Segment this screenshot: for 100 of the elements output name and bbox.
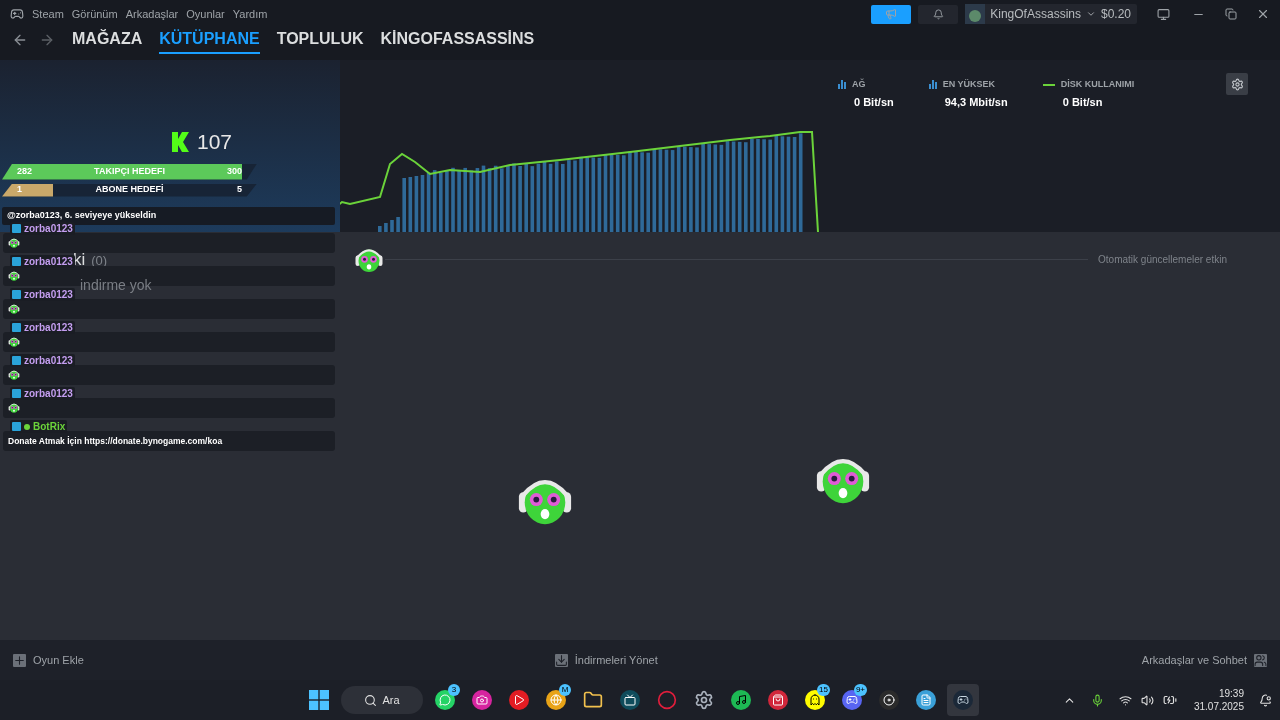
ring-app-icon	[657, 690, 677, 710]
goal-label: TAKIPÇI HEDEFI	[93, 164, 166, 178]
browser-icon	[546, 690, 566, 710]
goal-current: 282	[17, 164, 34, 178]
announcements-button[interactable]	[871, 4, 912, 24]
restore-icon[interactable]	[1225, 8, 1237, 20]
chat-username: zorba0123	[24, 256, 73, 269]
avatar-icon	[965, 4, 986, 24]
account-name: KingOfAssassins	[990, 6, 1081, 23]
wifi-icon[interactable]	[1118, 693, 1132, 707]
chat-username: zorba0123	[24, 387, 73, 401]
battery-icon[interactable]	[1162, 693, 1177, 707]
forward-icon[interactable]	[39, 32, 55, 48]
settings-button[interactable]	[1226, 73, 1248, 95]
close-icon[interactable]	[1256, 7, 1270, 21]
gear-icon	[694, 690, 714, 710]
notification-badge: 9+	[853, 684, 867, 696]
menu-item[interactable]: Steam	[32, 5, 64, 23]
creature-icon	[8, 402, 20, 414]
k-logo-icon	[171, 131, 189, 152]
badge-icon	[12, 323, 21, 332]
chevron-icon	[1085, 9, 1096, 19]
goal-label: ABONE HEDEFİ	[94, 183, 165, 197]
level-up-alert: @zorba0123, 6. seviyeye yükseldin	[2, 206, 335, 225]
recorder-icon	[879, 690, 899, 710]
notification-badge: M	[559, 684, 571, 696]
badge-icon	[12, 422, 21, 431]
taskbar-app[interactable]: M	[540, 684, 572, 716]
friends-chat-button[interactable]: Arkadaşlar ve Sohbet	[1141, 651, 1267, 669]
menu-item[interactable]: Yardım	[232, 5, 268, 23]
stat-label: AĞ	[852, 78, 867, 91]
goal-current: 1	[17, 183, 23, 197]
clock-date: 31.07.2025	[1193, 700, 1244, 713]
manage-downloads-button[interactable]: İndirmeleri Yönet	[554, 651, 658, 669]
add-game-button[interactable]: Oyun Ekle	[13, 651, 84, 669]
wallet-balance: $0.20	[1100, 6, 1131, 23]
game-chat-icon	[842, 690, 862, 710]
taskbar-app[interactable]: 3	[429, 684, 461, 716]
folder-icon	[583, 690, 603, 710]
microphone-icon[interactable]	[1090, 693, 1104, 707]
taskbar-app[interactable]	[947, 684, 979, 716]
badge-icon	[12, 389, 21, 398]
back-icon[interactable]	[12, 32, 28, 48]
menu-item[interactable]: Görünüm	[71, 5, 118, 23]
clock-time: 19:39	[1218, 687, 1244, 700]
badge-icon	[12, 257, 21, 266]
play-app-icon	[509, 690, 529, 710]
menu-item[interactable]: Arkadaşlar	[125, 5, 179, 23]
shop-app-icon	[768, 690, 788, 710]
bar-chart-icon	[928, 80, 937, 89]
chat-text: Donate Atmak İçin https://donate.bynogame.com/koa	[8, 434, 223, 448]
creature-icon	[8, 369, 20, 381]
creature-icon	[8, 270, 20, 282]
line-legend-icon	[1042, 84, 1055, 86]
chat-username: BotRix	[33, 420, 66, 434]
stat-value: 94,3 Mbit/sn	[944, 94, 1008, 110]
viewer-count: 107	[196, 129, 232, 155]
search-icon	[364, 693, 378, 707]
badge-icon	[12, 290, 21, 299]
notepad-icon	[916, 690, 936, 710]
nav-tab[interactable]: TOPLULUK	[276, 26, 364, 54]
taskbar-search[interactable]: Ara	[341, 686, 423, 714]
music-app-icon	[731, 690, 751, 710]
notification-icon[interactable]	[1259, 693, 1272, 707]
start-icon[interactable]	[309, 690, 329, 710]
clock[interactable]: 19:39 31.07.2025	[1193, 687, 1244, 713]
plus-icon	[13, 653, 26, 667]
nav-tab[interactable]: KİNGOFASSASSİNS	[380, 26, 535, 54]
nav-tab[interactable]: KÜTÜPHANE	[159, 26, 260, 54]
nav-tab[interactable]: MAĞAZA	[72, 26, 143, 54]
friends-icon	[1254, 653, 1267, 667]
notification-badge: 15	[817, 684, 830, 696]
menu-item[interactable]: Oyunlar	[186, 5, 225, 23]
bar-chart-icon	[838, 80, 846, 89]
chat-username: zorba0123	[24, 354, 73, 368]
goal-target: 300	[225, 164, 242, 178]
chat-username: zorba0123	[24, 288, 73, 302]
chat-username: zorba0123	[24, 321, 73, 335]
badge-icon	[12, 224, 21, 233]
notifications-button[interactable]	[918, 4, 959, 24]
empty-queue-text: indirme yok	[80, 275, 152, 295]
taskbar-app[interactable]: 15	[799, 684, 831, 716]
account-button[interactable]: KingOfAssassins $0.20	[965, 4, 1137, 24]
streaming-app-icon	[620, 690, 640, 710]
chat-username: zorba0123	[24, 222, 73, 236]
stat-value: 0 Bit/sn	[854, 94, 894, 110]
badge-icon	[12, 356, 21, 365]
taskbar-app[interactable]: 9+	[836, 684, 868, 716]
bell-icon	[932, 8, 944, 20]
chat-app-icon	[435, 690, 455, 710]
volume-icon[interactable]	[1140, 693, 1154, 707]
notification-badge: 3	[448, 684, 460, 696]
stat-label: DİSK KULLANIMI	[1060, 78, 1135, 91]
creature-icon	[8, 303, 20, 315]
megaphone-icon	[885, 8, 898, 20]
auto-update-status: Otomatik güncellemeler etkin	[1098, 253, 1227, 268]
settings-icon	[1230, 77, 1244, 91]
camera-app-icon	[472, 690, 492, 710]
big-picture-icon[interactable]	[1157, 7, 1170, 21]
verified-icon	[24, 423, 30, 430]
